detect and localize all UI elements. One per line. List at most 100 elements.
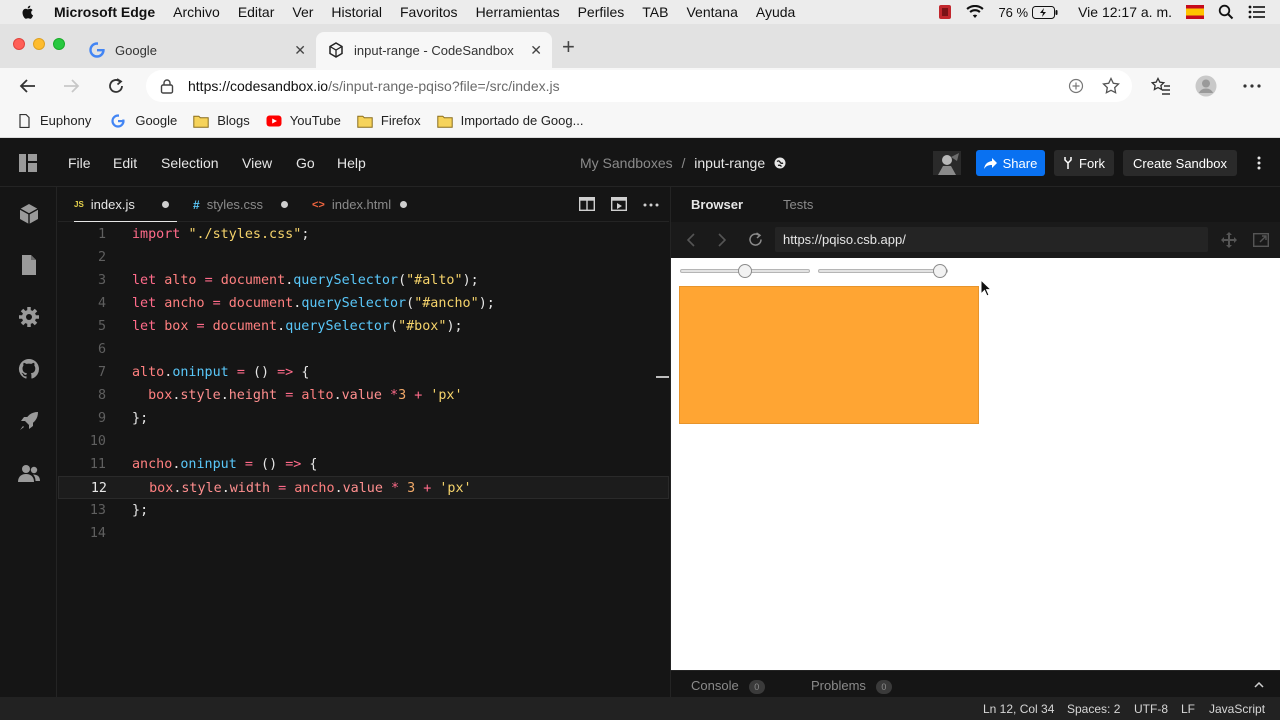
menubar-perfiles[interactable]: Perfiles [578, 4, 625, 20]
tab-browser[interactable]: Browser [691, 197, 743, 212]
status-line-ending[interactable]: LF [1181, 702, 1195, 716]
deploy-rocket-icon[interactable] [18, 410, 40, 432]
responsive-view-icon[interactable] [1221, 232, 1237, 248]
more-options-icon[interactable] [1243, 84, 1261, 88]
record-icon[interactable] [938, 4, 952, 20]
profile-avatar-icon[interactable] [1195, 75, 1217, 97]
editor-tab-index-html[interactable]: <> index.html [312, 187, 415, 222]
more-vertical-icon[interactable] [1257, 156, 1261, 170]
preview-refresh-icon[interactable] [748, 232, 763, 247]
unsaved-dot-icon[interactable] [400, 201, 407, 208]
code-line[interactable]: 12 box.style.width = ancho.value * 3 + '… [58, 476, 669, 499]
code-line[interactable]: 6 [58, 338, 669, 361]
browser-tab-codesandbox[interactable]: input-range - CodeSandbox ✕ [316, 32, 552, 68]
live-collaboration-icon[interactable] [18, 462, 40, 484]
bookmark-google[interactable]: Google [111, 113, 177, 128]
console-tab[interactable]: Console 0 [691, 678, 765, 694]
open-preview-icon[interactable] [611, 197, 627, 211]
code-line[interactable]: 2 [58, 246, 669, 269]
code-line[interactable]: 10 [58, 430, 669, 453]
tab-tests[interactable]: Tests [783, 197, 813, 212]
user-avatar-icon[interactable] [933, 151, 961, 175]
menu-help[interactable]: Help [337, 155, 366, 171]
window-minimize-button[interactable] [33, 38, 45, 50]
control-center-icon[interactable] [1248, 5, 1266, 19]
fork-button[interactable]: Fork [1054, 150, 1114, 176]
close-icon[interactable]: ✕ [530, 42, 542, 59]
preview-address-input[interactable]: https://pqiso.csb.app/ [775, 227, 1208, 252]
menu-file[interactable]: File [68, 155, 91, 171]
unsaved-dot-icon[interactable] [162, 201, 169, 208]
bookmark-youtube[interactable]: YouTube [266, 113, 341, 128]
status-indentation[interactable]: Spaces: 2 [1067, 702, 1120, 716]
open-new-window-icon[interactable] [1253, 233, 1269, 247]
spotlight-search-icon[interactable] [1218, 4, 1234, 20]
menu-selection[interactable]: Selection [161, 155, 219, 171]
bookmark-importado[interactable]: Importado de Goog... [436, 113, 583, 128]
wifi-icon[interactable] [966, 5, 985, 19]
menubar-clock[interactable]: Vie 12:17 a. m. [1078, 4, 1172, 20]
ancho-slider-thumb[interactable] [933, 264, 947, 278]
chevron-up-icon[interactable] [1254, 682, 1264, 688]
menu-edit[interactable]: Edit [113, 155, 137, 171]
favorites-list-icon[interactable] [1151, 77, 1171, 95]
code-line[interactable]: 8 box.style.height = alto.value *3 + 'px… [58, 384, 669, 407]
bookmark-blogs[interactable]: Blogs [193, 113, 250, 128]
code-line[interactable]: 5 let box = document.querySelector("#box"… [58, 315, 669, 338]
lock-icon[interactable] [160, 78, 174, 94]
new-tab-icon[interactable]: + [562, 36, 575, 58]
breadcrumb-my-sandboxes[interactable]: My Sandboxes [580, 155, 673, 171]
window-close-button[interactable] [13, 38, 25, 50]
alto-slider-thumb[interactable] [738, 264, 752, 278]
status-language[interactable]: JavaScript [1209, 702, 1265, 716]
editor-tab-index-js[interactable]: JS index.js [74, 187, 177, 222]
browser-tab-google[interactable]: Google ✕ [80, 32, 316, 68]
menubar-ayuda[interactable]: Ayuda [756, 4, 795, 20]
back-button[interactable] [16, 74, 40, 98]
close-icon[interactable]: ✕ [294, 42, 306, 59]
bookmark-euphony[interactable]: Euphony [16, 113, 91, 128]
sandbox-name[interactable]: input-range [694, 155, 765, 171]
code-line[interactable]: 11 ancho.oninput = () => { [58, 453, 669, 476]
bookmark-firefox[interactable]: Firefox [357, 113, 421, 128]
split-editor-icon[interactable] [579, 197, 595, 211]
globe-icon[interactable] [774, 157, 786, 169]
settings-gear-icon[interactable] [18, 306, 40, 328]
menubar-herramientas[interactable]: Herramientas [476, 4, 560, 20]
reload-button[interactable] [104, 74, 128, 98]
battery-icon[interactable] [1032, 5, 1058, 19]
preview-forward-icon[interactable] [717, 233, 727, 247]
unsaved-dot-icon[interactable] [281, 201, 288, 208]
create-sandbox-button[interactable]: Create Sandbox [1123, 150, 1237, 176]
code-line[interactable]: 9}; [58, 407, 669, 430]
spain-flag-icon[interactable] [1186, 5, 1204, 19]
package-cube-icon[interactable] [18, 203, 40, 225]
favorite-star-icon[interactable] [1102, 77, 1120, 95]
address-bar[interactable]: https://codesandbox.io/s/input-range-pqi… [146, 70, 1132, 102]
code-line[interactable]: 7 alto.oninput = () => { [58, 361, 669, 384]
dashboard-icon[interactable] [19, 154, 37, 172]
menu-view[interactable]: View [242, 155, 272, 171]
menubar-historial[interactable]: Historial [331, 4, 382, 20]
scrollbar-marker[interactable] [656, 376, 669, 378]
forward-button[interactable] [59, 74, 83, 98]
github-icon[interactable] [18, 358, 40, 380]
menu-go[interactable]: Go [296, 155, 315, 171]
menubar-archivo[interactable]: Archivo [173, 4, 220, 20]
menubar-tab[interactable]: TAB [642, 4, 668, 20]
apple-icon[interactable] [20, 4, 36, 20]
more-horizontal-icon[interactable] [643, 203, 659, 207]
menubar-favoritos[interactable]: Favoritos [400, 4, 458, 20]
menubar-ver[interactable]: Ver [292, 4, 313, 20]
add-circle-icon[interactable] [1068, 78, 1084, 94]
menubar-app-name[interactable]: Microsoft Edge [54, 4, 155, 20]
window-zoom-button[interactable] [53, 38, 65, 50]
menubar-editar[interactable]: Editar [238, 4, 275, 20]
status-cursor-position[interactable]: Ln 12, Col 34 [983, 702, 1054, 716]
code-line[interactable]: 14 [58, 522, 669, 545]
code-line[interactable]: 4 let ancho = document.querySelector("#an… [58, 292, 669, 315]
code-line[interactable]: 1 import "./styles.css"; [58, 223, 669, 246]
code-line[interactable]: 13}; [58, 499, 669, 522]
files-icon[interactable] [18, 254, 40, 276]
menubar-ventana[interactable]: Ventana [686, 4, 737, 20]
